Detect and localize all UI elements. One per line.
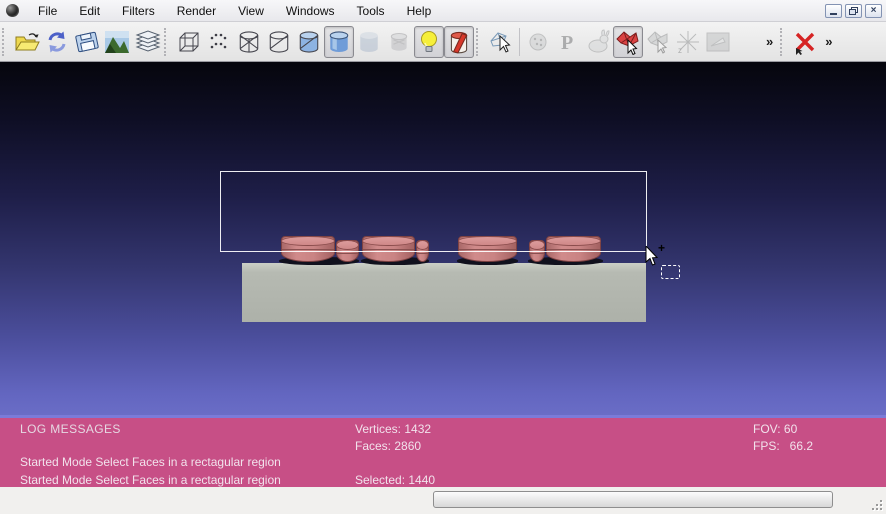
reload-icon — [45, 30, 69, 54]
clear-selection-button[interactable] — [790, 26, 820, 58]
smooth-button[interactable] — [324, 26, 354, 58]
minimize-icon — [830, 13, 837, 15]
cursor-plus-icon: + — [658, 241, 665, 255]
window-controls: × — [825, 4, 886, 18]
toolbar-grip[interactable] — [780, 28, 787, 56]
menu-bar: File Edit Filters Render View Windows To… — [0, 0, 886, 22]
svg-text:z: z — [678, 46, 682, 55]
flat-button — [354, 26, 384, 58]
select-vertices-icon — [645, 29, 671, 55]
menu-windows[interactable]: Windows — [275, 1, 346, 21]
align-bunny-icon — [585, 29, 611, 55]
status-bar — [0, 487, 886, 514]
points-icon — [207, 30, 231, 54]
layers-button[interactable] — [132, 26, 162, 58]
resize-grip-icon[interactable] — [872, 500, 882, 510]
save-floppy-icon — [74, 30, 100, 54]
close-button[interactable]: × — [865, 4, 882, 18]
log-panel-title: LOG MESSAGES — [20, 422, 121, 436]
toolbar-grip[interactable] — [164, 28, 171, 56]
menu-file[interactable]: File — [27, 1, 68, 21]
minimize-button[interactable] — [825, 4, 842, 18]
select-faces-rect-icon — [615, 29, 641, 55]
hidden-lines-icon — [267, 30, 291, 54]
menu-view[interactable]: View — [227, 1, 275, 21]
svg-text:P: P — [561, 32, 573, 54]
light-bulb-icon — [417, 29, 441, 55]
close-icon: × — [871, 6, 877, 16]
translate-z-button: z — [673, 26, 703, 58]
snapshot-button[interactable] — [102, 26, 132, 58]
menu-tools[interactable]: Tools — [346, 1, 396, 21]
open-folder-icon — [14, 30, 40, 54]
backface-culling-icon — [447, 29, 471, 55]
viewport-3d[interactable]: + — [0, 62, 886, 415]
faces-count: Faces: 2860 — [355, 439, 421, 453]
selection-rectangle — [220, 171, 647, 252]
snapshot-icon — [104, 30, 130, 54]
menu-help[interactable]: Help — [396, 1, 443, 21]
mesh-slab[interactable] — [242, 263, 646, 322]
reload-button[interactable] — [42, 26, 72, 58]
vertex-paint-icon — [526, 30, 550, 54]
log-panel: LOG MESSAGES Vertices: 1432 Faces: 2860 … — [0, 415, 886, 487]
toolbar-overflow-chevron-2[interactable]: » — [820, 34, 837, 49]
log-message: Started Mode Select Faces in a rectagula… — [20, 455, 281, 469]
bounding-box-button[interactable] — [174, 26, 204, 58]
flat-lines-button[interactable] — [294, 26, 324, 58]
backface-culling-button[interactable] — [444, 26, 474, 58]
points-button[interactable] — [204, 26, 234, 58]
select-faces-rect-button[interactable] — [613, 26, 643, 58]
layers-icon — [133, 29, 161, 55]
restore-icon — [849, 7, 858, 15]
flat-lines-icon — [297, 30, 321, 54]
vertex-paint-button — [523, 26, 553, 58]
save-button[interactable] — [72, 26, 102, 58]
cursor-marquee-icon — [661, 265, 680, 279]
menu-filters[interactable]: Filters — [111, 1, 166, 21]
pick-points-button: P — [553, 26, 583, 58]
edit-extra-button — [703, 26, 733, 58]
toolbar-grip[interactable] — [2, 28, 9, 56]
log-message: Started Mode Select Faces in a rectagula… — [20, 473, 281, 487]
bounding-box-icon — [177, 30, 201, 54]
flat-icon — [357, 30, 381, 54]
meshlab-logo-icon — [6, 4, 19, 17]
light-button[interactable] — [414, 26, 444, 58]
menu-render[interactable]: Render — [166, 1, 227, 21]
vertices-count: Vertices: 1432 — [355, 422, 431, 436]
toolbar-overflow-chevron[interactable]: » — [761, 34, 778, 49]
clear-selection-x-icon — [792, 29, 818, 55]
toolbar-separator — [519, 28, 520, 56]
selected-count: Selected: 1440 — [355, 473, 435, 487]
wireframe-button[interactable] — [234, 26, 264, 58]
toolbar-grip[interactable] — [476, 28, 483, 56]
edit-extra-icon — [705, 30, 731, 54]
wireframe-icon — [237, 30, 261, 54]
toolbar: P z » — [0, 22, 886, 62]
pick-points-p-icon: P — [556, 29, 580, 55]
align-button — [583, 26, 613, 58]
restore-button[interactable] — [845, 4, 862, 18]
menu-edit[interactable]: Edit — [68, 1, 111, 21]
progress-bar — [433, 491, 833, 508]
texture-button — [384, 26, 414, 58]
manipulator-button[interactable] — [486, 26, 516, 58]
fov-value: FOV: 60 — [753, 422, 797, 436]
open-button[interactable] — [12, 26, 42, 58]
fps-value: FPS: 66.2 — [753, 439, 813, 453]
hidden-lines-button[interactable] — [264, 26, 294, 58]
texture-icon — [387, 30, 411, 54]
smooth-icon — [327, 30, 351, 54]
manipulator-cursor-icon — [488, 29, 514, 55]
translate-z-axis-icon: z — [675, 29, 701, 55]
select-vertices-button — [643, 26, 673, 58]
